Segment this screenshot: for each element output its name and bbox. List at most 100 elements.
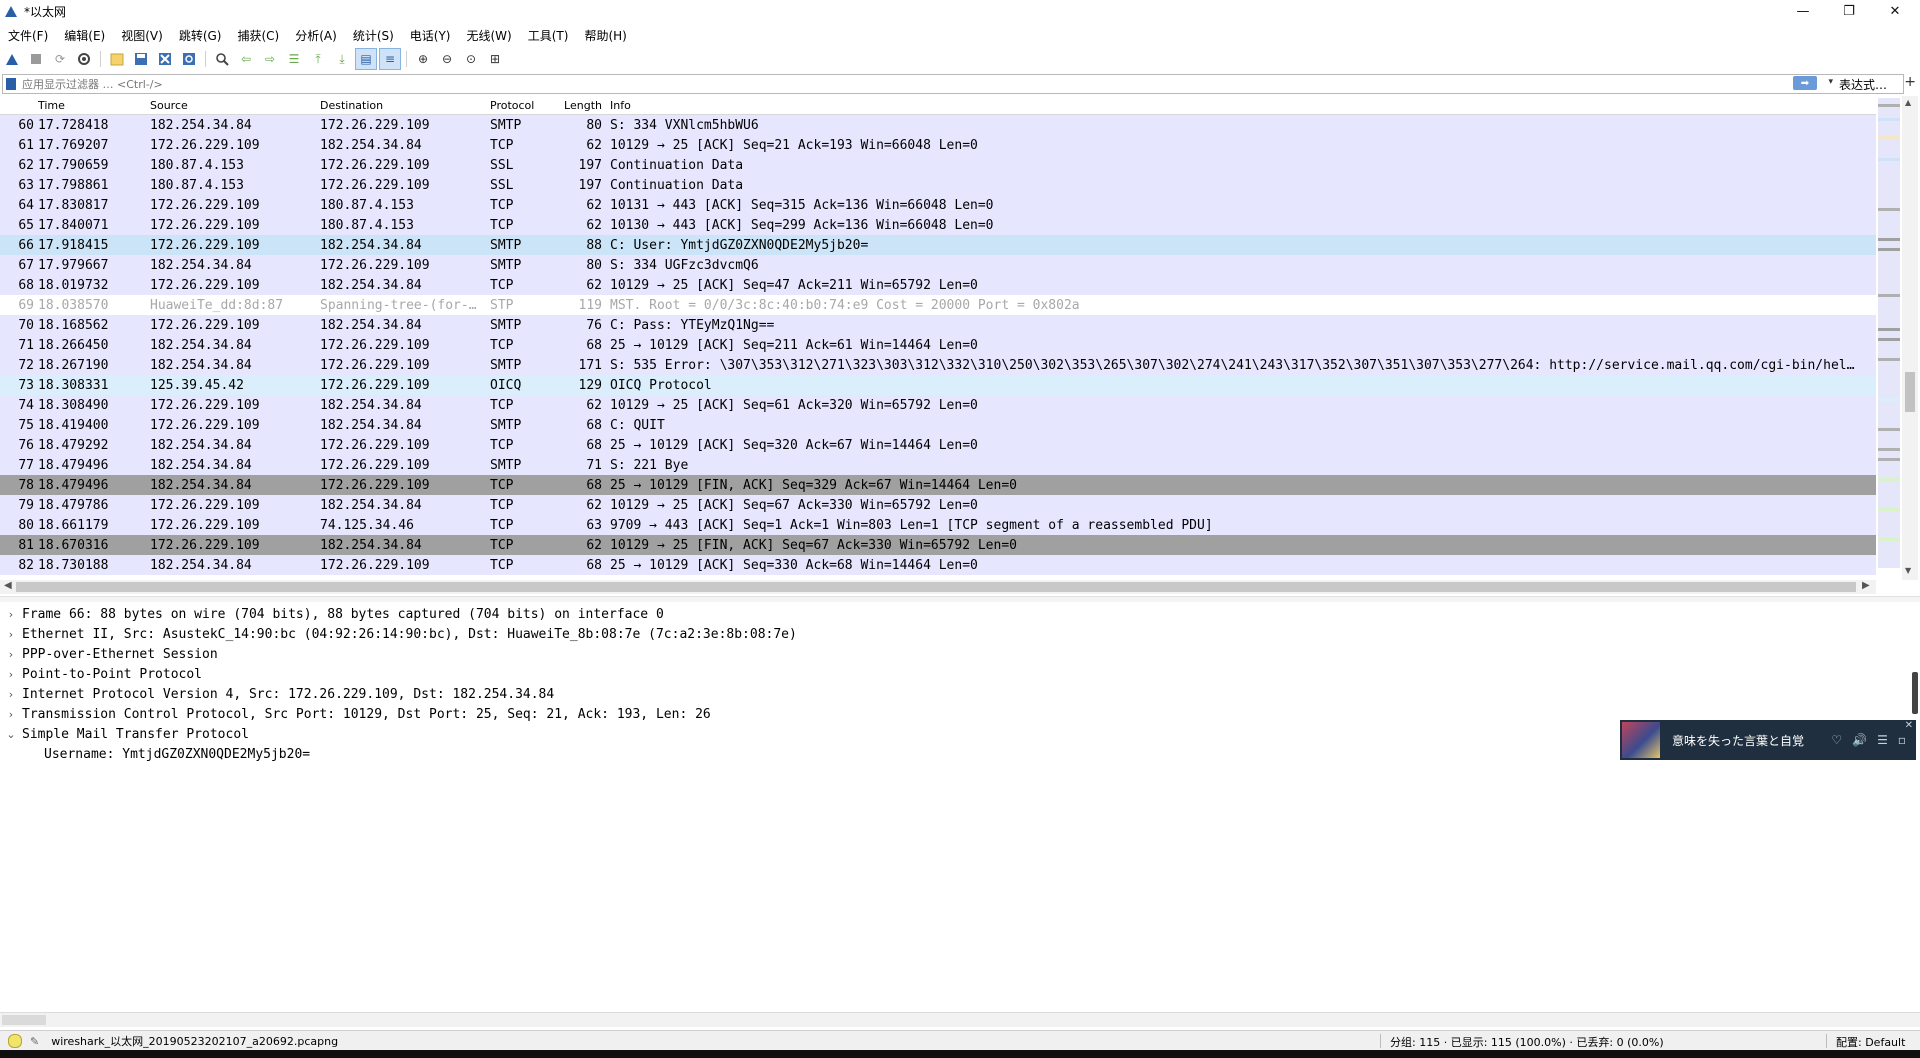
menu-item[interactable]: 跳转(G) [171, 27, 230, 44]
packet-row[interactable]: 66 17.918415 172.26.229.109 182.254.34.84 SM… [0, 235, 1876, 255]
expand-chevron-icon[interactable]: › [0, 648, 22, 661]
go-back-icon[interactable]: ⇦ [236, 49, 256, 69]
packet-row[interactable]: 70 18.168562 172.26.229.109 182.254.34.84 SM… [0, 315, 1876, 335]
bytes-pane-scrollbar[interactable] [0, 1012, 1920, 1027]
detail-tree-item[interactable]: › Point-to-Point Protocol [0, 664, 1900, 684]
stop-capture-icon[interactable] [26, 49, 46, 69]
menu-item[interactable]: 电话(Y) [402, 27, 459, 44]
close-button[interactable]: ✕ [1872, 0, 1918, 22]
packet-row[interactable]: 61 17.769207 172.26.229.109 182.254.34.84 TC… [0, 135, 1876, 155]
menu-item[interactable]: 视图(V) [113, 27, 171, 44]
scrollbar-thumb[interactable] [1905, 372, 1915, 412]
go-last-packet-icon[interactable]: ⤓ [332, 49, 352, 69]
popup-close-icon[interactable]: ✕ [1905, 720, 1913, 731]
playlist-icon[interactable]: ☰ [1877, 733, 1888, 747]
menu-item[interactable]: 帮助(H) [576, 27, 634, 44]
packet-minimap[interactable] [1878, 98, 1900, 568]
minimize-button[interactable]: — [1780, 0, 1826, 22]
packet-row[interactable]: 63 17.798861 180.87.4.153 172.26.229.109 SSL… [0, 175, 1876, 195]
expression-button[interactable]: 表达式… [1839, 76, 1901, 93]
pane-splitter[interactable] [0, 596, 1920, 602]
scroll-left-icon[interactable]: ◀ [4, 580, 12, 591]
expand-chevron-icon[interactable]: › [0, 668, 22, 681]
packet-row[interactable]: 75 18.419400 172.26.229.109 182.254.34.84 SM… [0, 415, 1876, 435]
packet-row[interactable]: 82 18.730188 182.254.34.84 172.26.229.109 TC… [0, 555, 1876, 575]
packet-row[interactable]: 64 17.830817 172.26.229.109 180.87.4.153 TCP… [0, 195, 1876, 215]
detail-tree-item[interactable]: › Internet Protocol Version 4, Src: 172.2… [0, 684, 1900, 704]
menu-item[interactable]: 无线(W) [459, 27, 520, 44]
col-time-header[interactable]: Time [36, 99, 148, 112]
save-file-icon[interactable] [131, 49, 151, 69]
packet-row[interactable]: 60 17.728418 182.254.34.84 172.26.229.109 SM… [0, 115, 1876, 135]
start-capture-icon[interactable] [2, 49, 22, 69]
heart-icon[interactable]: ♡ [1831, 733, 1842, 747]
filter-bookmark-icon[interactable] [6, 78, 16, 90]
col-protocol-header[interactable]: Protocol [488, 99, 554, 112]
scroll-up-icon[interactable]: ▲ [1905, 98, 1911, 107]
find-packet-icon[interactable] [212, 49, 232, 69]
smtp-username-field[interactable]: Username: YmtjdGZ0ZXN0QDE2My5jb20= [0, 744, 1900, 764]
col-source-header[interactable]: Source [148, 99, 318, 112]
packet-row[interactable]: 80 18.661179 172.26.229.109 74.125.34.46 TCP… [0, 515, 1876, 535]
reload-file-icon[interactable] [179, 49, 199, 69]
packet-row[interactable]: 72 18.267190 182.254.34.84 172.26.229.109 SM… [0, 355, 1876, 375]
packet-row[interactable]: 71 18.266450 182.254.34.84 172.26.229.109 TC… [0, 335, 1876, 355]
packet-row[interactable]: 67 17.979667 182.254.34.84 172.26.229.109 SM… [0, 255, 1876, 275]
edit-comment-icon[interactable]: ✎ [30, 1035, 39, 1048]
go-forward-icon[interactable]: ⇨ [260, 49, 280, 69]
packet-row[interactable]: 79 18.479786 172.26.229.109 182.254.34.84 TC… [0, 495, 1876, 515]
pane-resize-handle[interactable] [1912, 672, 1918, 714]
open-file-icon[interactable] [107, 49, 127, 69]
go-first-packet-icon[interactable]: ⤒ [308, 49, 328, 69]
packet-row[interactable]: 74 18.308490 172.26.229.109 182.254.34.84 TC… [0, 395, 1876, 415]
packet-row[interactable]: 77 18.479496 182.254.34.84 172.26.229.109 SM… [0, 455, 1876, 475]
expert-info-indicator-icon[interactable] [8, 1034, 22, 1048]
packet-row[interactable]: 69 18.038570 HuaweiTe_dd:8d:87 Spanning-tre… [0, 295, 1876, 315]
zoom-normal-icon[interactable]: ⊙ [461, 49, 481, 69]
go-to-packet-icon[interactable]: ☰ [284, 49, 304, 69]
col-info-header[interactable]: Info [608, 99, 1870, 112]
detail-tree-item[interactable]: › Ethernet II, Src: AsustekC_14:90:bc (04… [0, 624, 1900, 644]
packet-row[interactable]: 73 18.308331 125.39.45.42 172.26.229.109 OIC… [0, 375, 1876, 395]
expand-chevron-icon[interactable]: › [0, 628, 22, 641]
apply-filter-arrow-icon[interactable]: ➡ [1793, 76, 1817, 90]
menu-item[interactable]: 捕获(C) [229, 27, 287, 44]
detail-tree-item[interactable]: › Transmission Control Protocol, Src Port… [0, 704, 1900, 724]
display-filter-input[interactable]: 应用显示过滤器 … <Ctrl-/> [22, 76, 163, 92]
add-filter-button[interactable]: + [1904, 74, 1916, 90]
collapse-chevron-icon[interactable]: ⌄ [0, 728, 22, 741]
detail-tree-item[interactable]: ⌄ Simple Mail Transfer Protocol [0, 724, 1900, 744]
profile-label[interactable]: 配置: Default [1836, 1034, 1905, 1050]
packet-row[interactable]: 81 18.670316 172.26.229.109 182.254.34.84 TC… [0, 535, 1876, 555]
resize-columns-icon[interactable]: ⊞ [485, 49, 505, 69]
zoom-out-icon[interactable]: ⊖ [437, 49, 457, 69]
expand-icon[interactable]: ▫ [1898, 733, 1906, 747]
expand-chevron-icon[interactable]: › [0, 708, 22, 721]
packet-list-scrollbar[interactable]: ▲ ▼ [1902, 96, 1918, 580]
packet-row[interactable]: 78 18.479496 182.254.34.84 172.26.229.109 TC… [0, 475, 1876, 495]
expand-chevron-icon[interactable]: › [0, 688, 22, 701]
packet-list-hscrollbar[interactable]: ◀ ▶ [0, 580, 1876, 594]
menu-item[interactable]: 编辑(E) [56, 27, 113, 44]
packet-row[interactable]: 76 18.479292 182.254.34.84 172.26.229.109 TC… [0, 435, 1876, 455]
expand-chevron-icon[interactable]: › [0, 608, 22, 621]
detail-tree-item[interactable]: › Frame 66: 88 bytes on wire (704 bits), … [0, 604, 1900, 624]
scroll-right-icon[interactable]: ▶ [1862, 580, 1870, 591]
hscroll-thumb[interactable] [16, 582, 1856, 592]
menu-item[interactable]: 分析(A) [287, 27, 345, 44]
packet-row[interactable]: 62 17.790659 180.87.4.153 172.26.229.109 SSL… [0, 155, 1876, 175]
menu-item[interactable]: 工具(T) [520, 27, 577, 44]
autoscroll-icon[interactable]: ▤ [355, 48, 377, 70]
volume-icon[interactable]: 🔊 [1852, 733, 1867, 747]
zoom-in-icon[interactable]: ⊕ [413, 49, 433, 69]
menu-item[interactable]: 文件(F) [0, 27, 56, 44]
restart-capture-icon[interactable]: ⟳ [50, 49, 70, 69]
scroll-down-icon[interactable]: ▼ [1905, 566, 1911, 575]
detail-tree-item[interactable]: › PPP-over-Ethernet Session [0, 644, 1900, 664]
colorize-icon[interactable]: ≡ [379, 48, 401, 70]
close-file-icon[interactable] [155, 49, 175, 69]
col-destination-header[interactable]: Destination [318, 99, 488, 112]
capture-options-icon[interactable] [74, 49, 94, 69]
col-length-header[interactable]: Length [554, 99, 608, 112]
bytes-scroll-thumb[interactable] [2, 1015, 46, 1025]
